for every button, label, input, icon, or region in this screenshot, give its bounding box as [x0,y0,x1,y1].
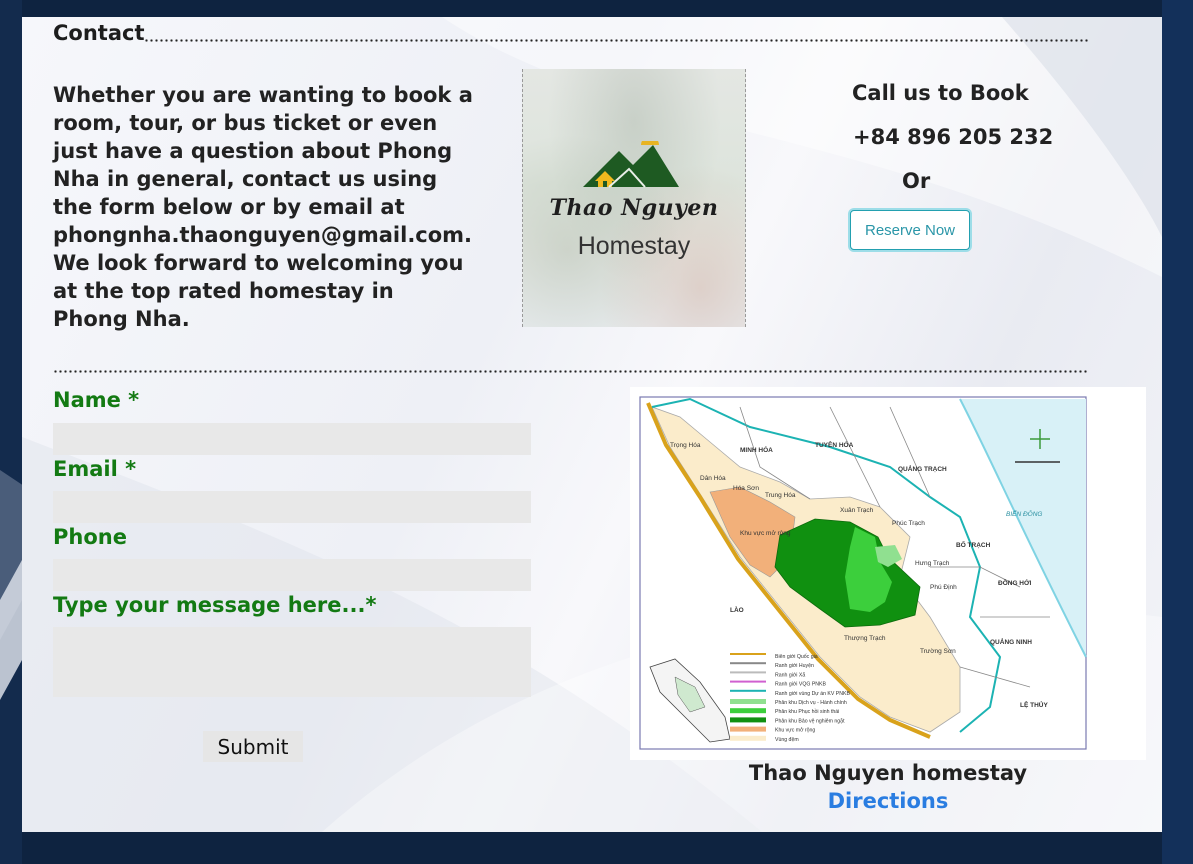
map-label: Xuân Trạch [840,507,874,514]
map-label: Khu vực mở rộng [740,529,791,537]
map-label: Hóa Sơn [733,485,759,492]
logo-sub-text: Homestay [577,232,691,260]
map-label: BIỂN ĐÔNG [1006,509,1042,518]
legend-swatch [730,662,766,665]
legend-label: Phân khu Bảo vệ nghiêm ngặt [775,718,845,724]
map-label: Dân Hóa [700,475,726,482]
location-map[interactable]: Trọng Hóa MINH HÓA TUYÊN HÓA QUẢNG TRẠCH… [630,387,1146,760]
legend-swatch [730,708,766,714]
message-label: Type your message here...* [53,593,377,617]
phone-label: Phone [53,525,127,549]
submit-button[interactable]: Submit [203,731,303,762]
legend-swatch [730,735,766,741]
map-label: Trung Hóa [765,492,796,499]
map-label: Phúc Trạch [892,520,925,527]
legend-label: Phân khu Dịch vụ - Hành chính [775,700,847,706]
contact-card: Contact Whether you are wanting to book … [22,17,1162,832]
legend-label: Biên giới Quốc gia [775,654,818,660]
name-label: Name * [53,388,140,412]
map-label: Trọng Hóa [670,442,701,449]
legend-label: Ranh giới vùng Dự án KV PNKB [775,691,850,697]
map-label: TUYÊN HÓA [815,440,854,449]
mountain-house-icon [583,141,679,188]
logo-script-text: Thao Nguyen [549,195,719,221]
legend-swatch [730,671,766,674]
call-to-book-label: Call us to Book [852,81,1029,105]
intro-paragraph: Whether you are wanting to book a room, … [53,83,473,331]
map-label: Hưng Trạch [915,560,950,567]
map-label: Thượng Trạch [844,635,886,642]
phone-input[interactable] [53,559,531,591]
legend-label: Ranh giới Xã [775,672,805,678]
legend-label: Ranh giới Huyện [775,663,814,669]
dotted-divider-top [144,39,1088,42]
map-graphic: Trọng Hóa MINH HÓA TUYÊN HÓA QUẢNG TRẠCH… [639,396,1087,750]
phone-number[interactable]: +84 896 205 232 [853,125,1053,149]
message-textarea[interactable] [53,627,531,697]
legend-label: Ranh giới VQG PNKB [775,682,827,688]
email-label: Email * [53,457,137,481]
legend-swatch [730,653,766,655]
reserve-now-button[interactable]: Reserve Now [850,210,970,250]
legend-swatch [730,689,766,692]
legend-swatch [730,680,766,683]
map-label: LÀO [730,605,744,614]
or-label: Or [902,169,931,193]
map-label: Phú Định [930,584,957,591]
map-label: MINH HÓA [740,445,773,454]
legend-swatch [730,717,766,723]
map-label: Trường Sơn [920,648,956,655]
name-input[interactable] [53,423,531,455]
legend-label: Phân khu Phục hồi sinh thái [775,709,839,715]
dotted-divider-middle [53,370,1089,373]
legend-label: Vùng đệm [775,737,799,743]
legend-label: Khu vực mở rộng [775,727,815,734]
email-input[interactable] [53,491,531,523]
legend-swatch [730,699,766,704]
homestay-logo: Thao Nguyen Homestay [522,69,746,327]
map-label: QUẢNG TRẠCH [898,464,947,473]
map-label: QUẢNG NINH [990,637,1032,646]
map-label: LỆ THỦY [1020,700,1048,709]
section-heading: Contact [53,21,145,45]
legend-swatch [730,726,766,732]
directions-link[interactable]: Directions [630,789,1146,813]
map-caption: Thao Nguyen homestay [748,761,1028,785]
